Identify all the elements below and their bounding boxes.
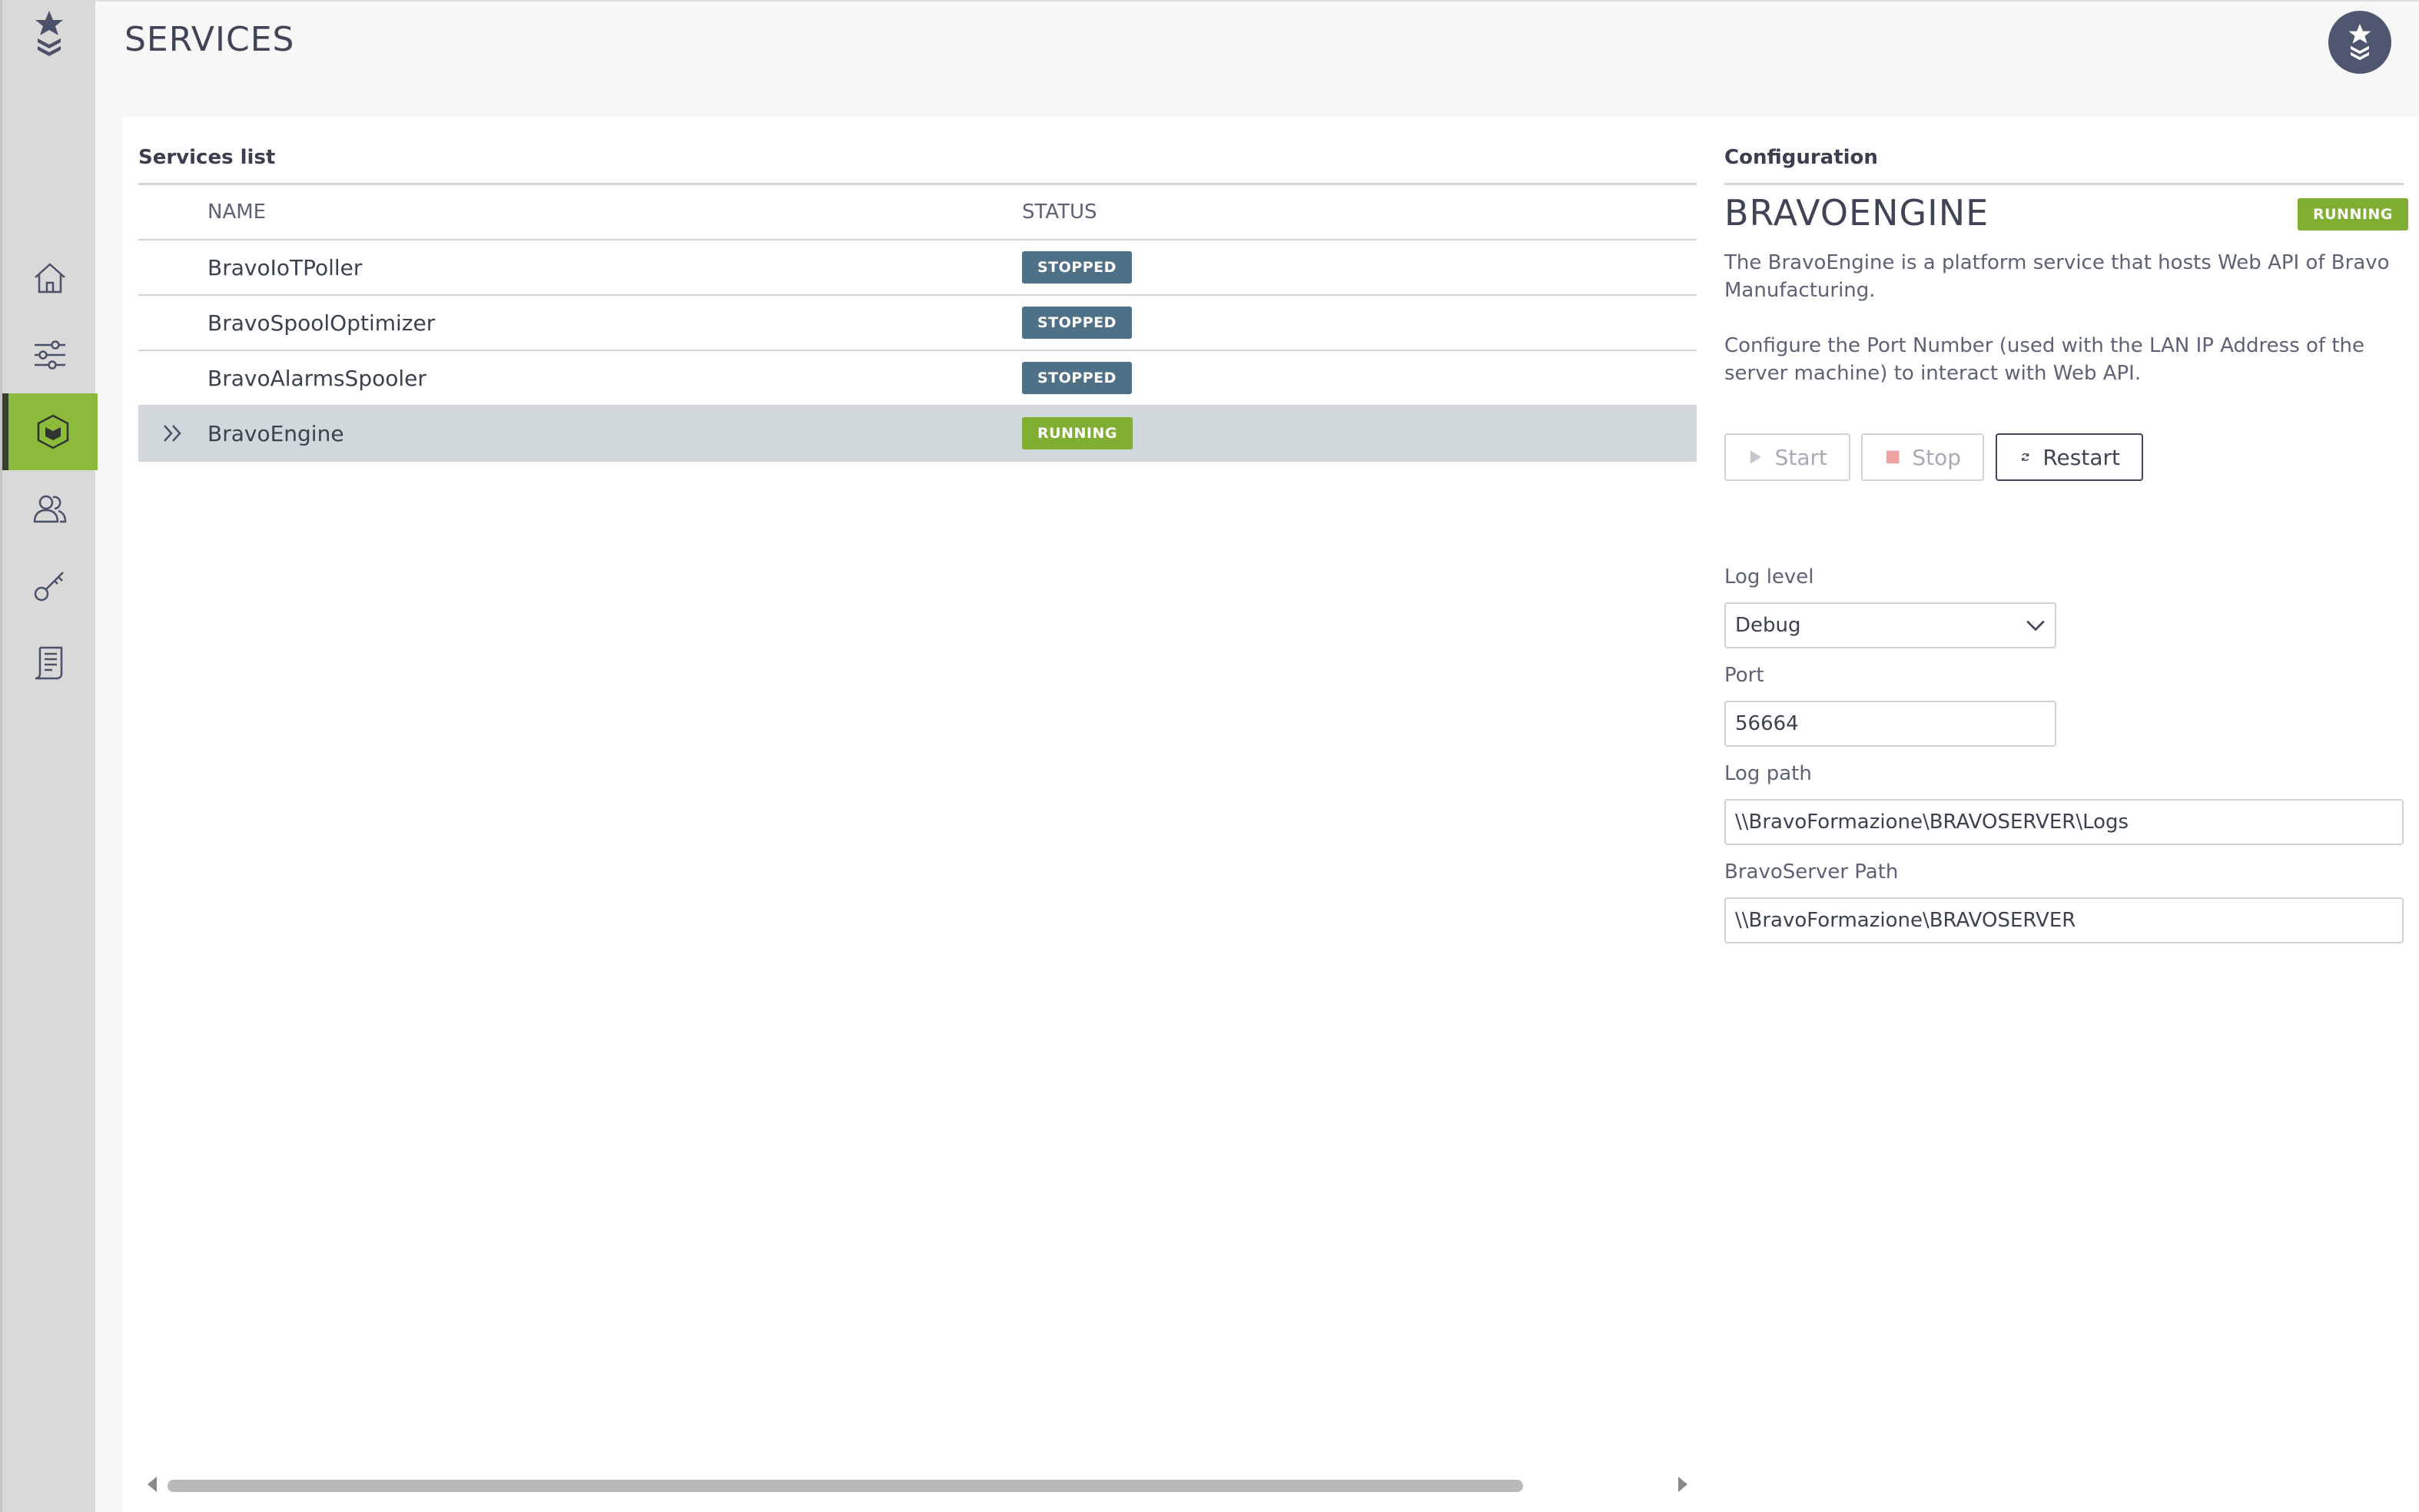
configuration-rule (1724, 183, 2404, 185)
service-title: BRAVOENGINE (1724, 192, 1989, 234)
users-icon (33, 495, 67, 523)
start-button[interactable]: Start (1724, 433, 1850, 481)
server-path-label: BravoServer Path (1724, 860, 1899, 884)
table-row-selected[interactable]: BravoEngine RUNNING (138, 406, 1697, 462)
avatar-logo-icon (2348, 24, 2371, 61)
refresh-icon (2022, 453, 2029, 462)
sidebar-item-logs[interactable] (2, 624, 98, 701)
table-header-row: NAME STATUS (138, 185, 1697, 240)
service-name: BravoAlarmsSpooler (207, 365, 426, 391)
sidebar (0, 0, 98, 1512)
sidebar-item-licenses[interactable] (2, 547, 98, 624)
selected-row-chevron-icon (138, 424, 207, 443)
app-logo-icon[interactable] (30, 9, 68, 58)
port-input[interactable] (1724, 701, 2056, 747)
home-icon (35, 263, 65, 293)
service-name: BravoEngine (207, 420, 344, 446)
horizontal-scrollbar[interactable] (141, 1471, 1694, 1497)
chevron-down-icon (2026, 620, 2045, 632)
service-description: The BravoEngine is a platform service th… (1724, 249, 2401, 387)
sidebar-item-services[interactable] (2, 393, 98, 470)
service-name: BravoIoTPoller (207, 254, 363, 280)
status-badge: RUNNING (2298, 198, 2408, 230)
log-path-label: Log path (1724, 762, 1812, 785)
description-paragraph: The BravoEngine is a platform service th… (1724, 251, 2390, 302)
service-name: BravoSpoolOptimizer (207, 310, 436, 336)
page-title: SERVICES (124, 20, 295, 59)
stop-button-label: Stop (1912, 444, 1961, 470)
log-level-value: Debug (1735, 614, 1801, 637)
scrollbar-thumb[interactable] (168, 1480, 1523, 1492)
port-label: Port (1724, 664, 1764, 687)
log-path-input[interactable] (1724, 799, 2404, 845)
description-paragraph: Configure the Port Number (used with the… (1724, 334, 2365, 385)
log-level-label: Log level (1724, 565, 1814, 589)
status-badge: STOPPED (1022, 251, 1132, 284)
restart-button[interactable]: Restart (1996, 433, 2143, 481)
restart-button-label: Restart (2042, 444, 2120, 470)
status-badge: STOPPED (1022, 362, 1132, 394)
scroll-left-icon[interactable] (148, 1477, 157, 1492)
sliders-icon (35, 340, 65, 370)
sidebar-item-users[interactable] (2, 470, 98, 547)
table-row[interactable]: BravoSpoolOptimizer STOPPED (138, 296, 1697, 351)
column-header-status[interactable]: STATUS (1022, 201, 1697, 224)
cube-icon (37, 414, 69, 449)
log-level-select[interactable]: Debug (1724, 602, 2056, 648)
table-row[interactable]: BravoIoTPoller STOPPED (138, 240, 1697, 296)
stop-button[interactable]: Stop (1861, 433, 1984, 481)
status-badge: RUNNING (1022, 417, 1133, 449)
stop-icon (1886, 450, 1900, 464)
header-divider (95, 0, 2419, 2)
user-avatar[interactable] (2328, 11, 2391, 74)
sidebar-item-home[interactable] (2, 240, 98, 317)
table-row[interactable]: BravoAlarmsSpooler STOPPED (138, 351, 1697, 406)
start-button-label: Start (1774, 444, 1827, 470)
log-document-icon (35, 646, 63, 680)
services-list-title: Services list (138, 146, 276, 169)
server-path-input[interactable] (1724, 897, 2404, 943)
sidebar-item-settings[interactable] (2, 317, 98, 393)
scroll-right-icon[interactable] (1678, 1477, 1687, 1492)
key-icon (34, 572, 64, 602)
column-header-name[interactable]: NAME (207, 201, 1022, 224)
status-badge: STOPPED (1022, 307, 1132, 339)
services-table: NAME STATUS BravoIoTPoller STOPPED Bravo… (138, 183, 1697, 462)
play-icon (1750, 450, 1761, 464)
configuration-title: Configuration (1724, 146, 1878, 169)
